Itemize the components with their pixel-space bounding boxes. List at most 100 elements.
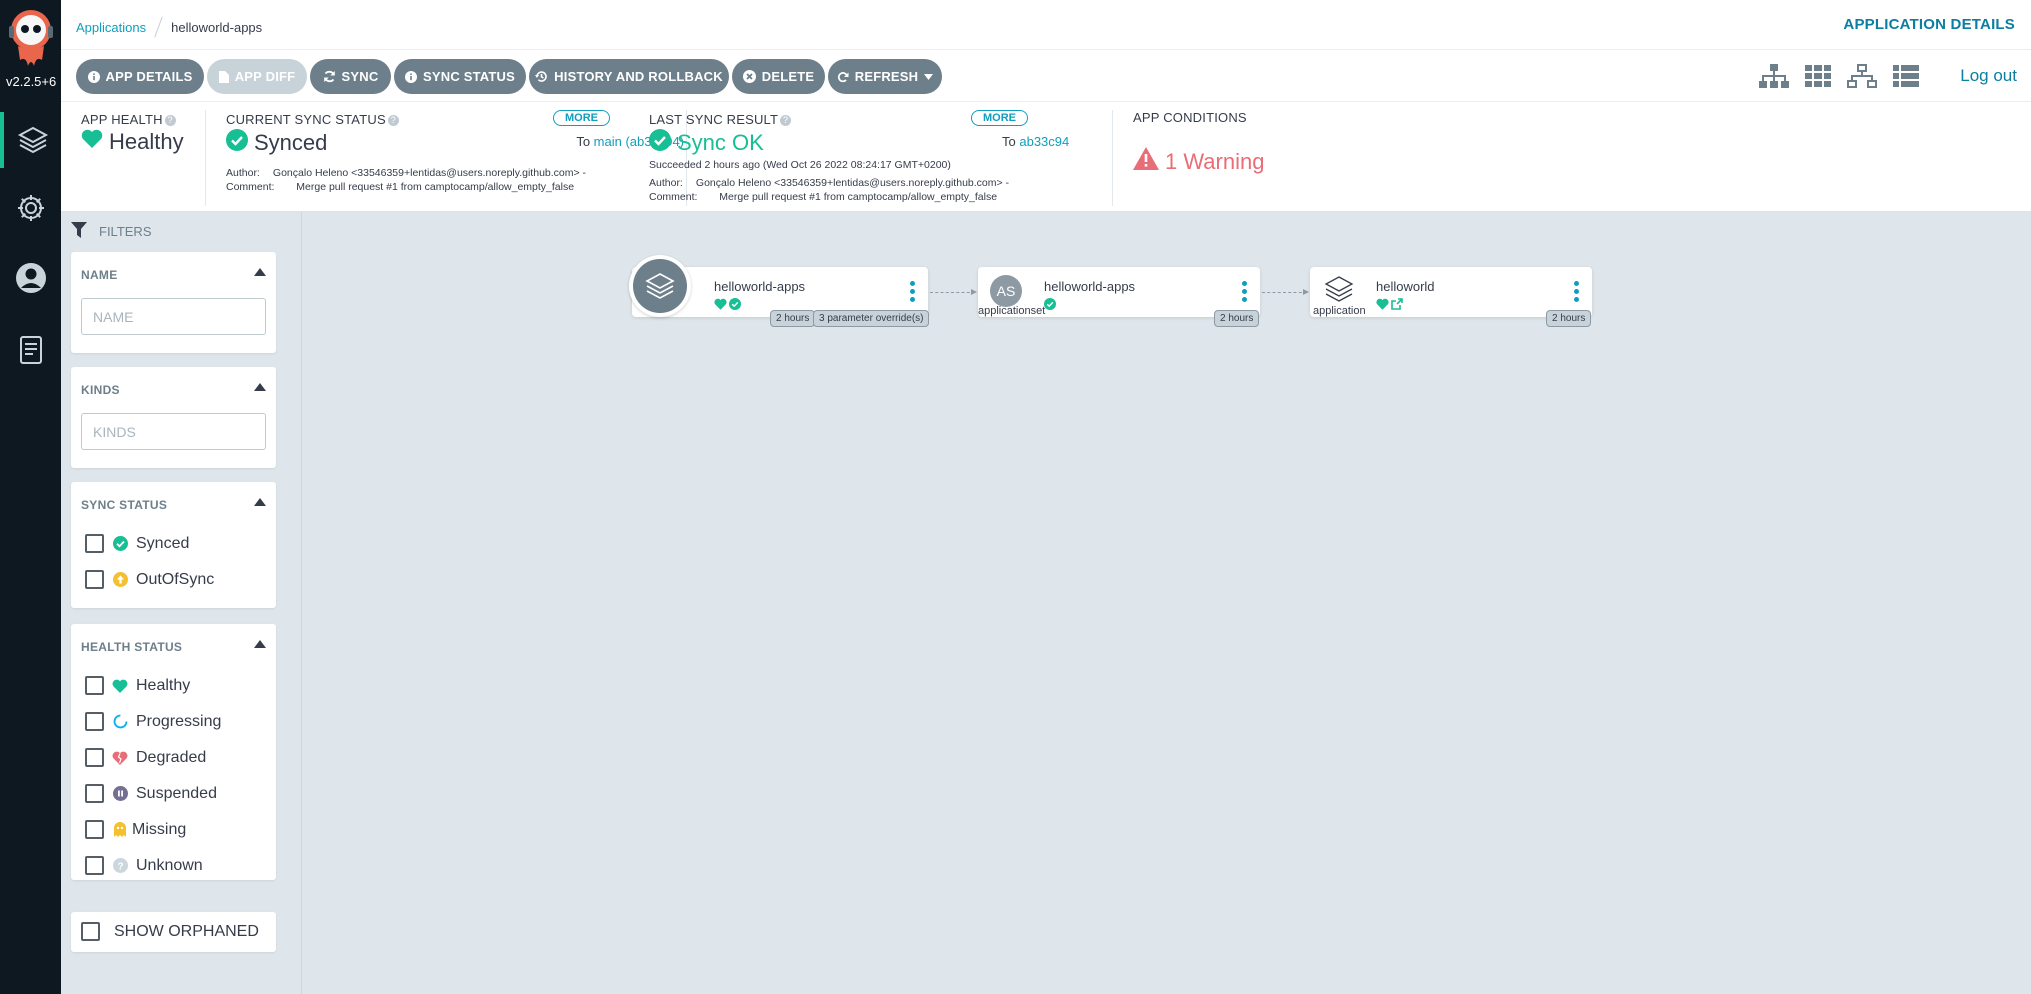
- checkbox[interactable]: [85, 676, 104, 695]
- arrow-circle-up-icon: [112, 572, 128, 588]
- history-icon: [535, 70, 548, 83]
- heart-icon: [1376, 297, 1389, 315]
- filter-option-unknown[interactable]: ? Unknown: [85, 856, 203, 875]
- divider: [205, 110, 206, 206]
- view-switcher: [1759, 63, 1921, 89]
- checkbox[interactable]: [85, 856, 104, 875]
- heart-broken-icon: [112, 750, 128, 766]
- last-sync-revision-link[interactable]: ab33c94: [1019, 134, 1069, 149]
- svg-text:?: ?: [117, 861, 123, 872]
- filter-option-missing[interactable]: Missing: [85, 820, 186, 839]
- sync-status-button[interactable]: SYNC STATUS: [394, 59, 526, 94]
- app-details-button[interactable]: APP DETAILS: [76, 59, 204, 94]
- app-conditions-warning[interactable]: 1 Warning: [1133, 147, 1433, 176]
- external-link-icon[interactable]: [1391, 297, 1403, 315]
- node-name: helloworld: [1376, 279, 1435, 294]
- last-sync-author: Gonçalo Heleno <33546359+lentidas@users.…: [695, 177, 1010, 189]
- delete-button[interactable]: DELETE: [732, 59, 825, 94]
- help-icon[interactable]: ?: [780, 115, 792, 126]
- refresh-label: REFRESH: [854, 69, 919, 84]
- applicationset-badge: AS: [990, 275, 1022, 307]
- collapse-caret-icon[interactable]: [254, 268, 266, 276]
- checkbox[interactable]: [85, 570, 104, 589]
- times-circle-icon: [742, 70, 756, 83]
- sync-label: SYNC: [341, 69, 379, 84]
- app-health-title: APP HEALTH?: [81, 112, 201, 127]
- list-view-icon[interactable]: [1891, 63, 1921, 89]
- filter-icon: [71, 222, 87, 241]
- node-icon-ring: [629, 255, 691, 317]
- history-rollback-label: HISTORY AND ROLLBACK: [554, 69, 723, 84]
- page-title: APPLICATION DETAILS: [1843, 16, 2015, 33]
- checkbox[interactable]: [81, 922, 100, 941]
- current-sync-more-button[interactable]: MORE: [553, 110, 610, 126]
- filters-panel: FILTERS NAME KINDS SYNC STATUS Synced Ou…: [61, 212, 302, 994]
- layers-icon: [17, 125, 49, 155]
- collapse-caret-icon[interactable]: [254, 498, 266, 506]
- breadcrumb-applications-link[interactable]: Applications: [76, 20, 146, 35]
- collapse-caret-icon[interactable]: [254, 383, 266, 391]
- node-menu-icon[interactable]: [1242, 281, 1248, 305]
- ghost-icon: [112, 822, 128, 838]
- help-icon[interactable]: ?: [164, 115, 176, 126]
- argo-logo[interactable]: [6, 8, 56, 72]
- kinds-filter-input[interactable]: [81, 413, 266, 450]
- nav-user-info[interactable]: [0, 250, 61, 306]
- kinds-filter-title: KINDS: [81, 383, 120, 397]
- app-diff-button[interactable]: APP DIFF: [207, 59, 307, 94]
- show-orphaned-toggle[interactable]: SHOW ORPHANED: [81, 922, 259, 941]
- node-menu-icon[interactable]: [910, 281, 916, 305]
- sync-status-filter-card: SYNC STATUS Synced OutOfSync: [71, 482, 276, 608]
- node-age-tag: 2 hours: [1546, 310, 1592, 327]
- last-sync-more-button[interactable]: MORE: [971, 110, 1028, 126]
- layers-icon: [1324, 275, 1354, 308]
- graph-node-root-app[interactable]: helloworld-apps 2 hours 3 parameter over…: [629, 255, 930, 327]
- check-circle-icon: [649, 129, 671, 157]
- nav-applications[interactable]: [0, 112, 61, 168]
- last-sync-meta: Succeeded 2 hours ago (Wed Oct 26 2022 0…: [649, 158, 1109, 204]
- checkbox[interactable]: [85, 784, 104, 803]
- checkbox[interactable]: [85, 748, 104, 767]
- app-health-section: APP HEALTH? Healthy: [81, 102, 201, 212]
- info-icon: [87, 70, 100, 83]
- network-view-icon[interactable]: [1847, 63, 1877, 89]
- filter-option-progressing[interactable]: Progressing: [85, 712, 221, 731]
- checkbox[interactable]: [85, 712, 104, 731]
- pods-view-icon[interactable]: [1803, 63, 1833, 89]
- name-filter-input[interactable]: [81, 298, 266, 335]
- nav-documentation[interactable]: [0, 322, 61, 378]
- filter-option-healthy[interactable]: Healthy: [85, 676, 190, 695]
- spinner-icon: [112, 714, 128, 730]
- node-age-tag: 2 hours: [770, 310, 816, 327]
- node-status-icons: [714, 297, 741, 315]
- version-label: v2.2.5+6: [6, 74, 57, 89]
- refresh-button[interactable]: REFRESH: [828, 59, 942, 94]
- app-conditions-title: APP CONDITIONS: [1133, 110, 1247, 125]
- tree-view-icon[interactable]: [1759, 63, 1789, 89]
- sync-button[interactable]: SYNC: [310, 59, 391, 94]
- logout-link[interactable]: Log out: [1960, 66, 2017, 86]
- filters-header[interactable]: FILTERS: [71, 222, 152, 241]
- sync-status-filter-title: SYNC STATUS: [81, 498, 168, 512]
- last-sync-comment: Merge pull request #1 from camptocamp/al…: [719, 191, 998, 203]
- delete-label: DELETE: [761, 69, 815, 84]
- history-rollback-button[interactable]: HISTORY AND ROLLBACK: [529, 59, 729, 94]
- info-icon: [405, 70, 417, 83]
- filter-option-synced[interactable]: Synced: [85, 534, 189, 553]
- filter-option-suspended[interactable]: Suspended: [85, 784, 217, 803]
- check-circle-icon: [1044, 297, 1056, 315]
- checkbox[interactable]: [85, 820, 104, 839]
- heart-icon: [81, 129, 103, 155]
- node-menu-icon[interactable]: [1574, 281, 1580, 305]
- help-icon[interactable]: ?: [387, 115, 399, 126]
- checkbox[interactable]: [85, 534, 104, 553]
- node-name: helloworld-apps: [714, 279, 806, 294]
- graph-node-applicationset[interactable]: AS applicationset helloworld-apps 2 hour…: [978, 267, 1260, 327]
- resource-graph: helloworld-apps 2 hours 3 parameter over…: [302, 212, 2031, 994]
- filter-option-outofsync[interactable]: OutOfSync: [85, 570, 214, 589]
- toolbar: APP DETAILS APP DIFF SYNC SYNC STATUS HI…: [61, 50, 2031, 102]
- filter-option-degraded[interactable]: Degraded: [85, 748, 206, 767]
- collapse-caret-icon[interactable]: [254, 640, 266, 648]
- graph-node-application[interactable]: application helloworld 2 hours: [1310, 267, 1592, 327]
- nav-settings[interactable]: [0, 180, 61, 236]
